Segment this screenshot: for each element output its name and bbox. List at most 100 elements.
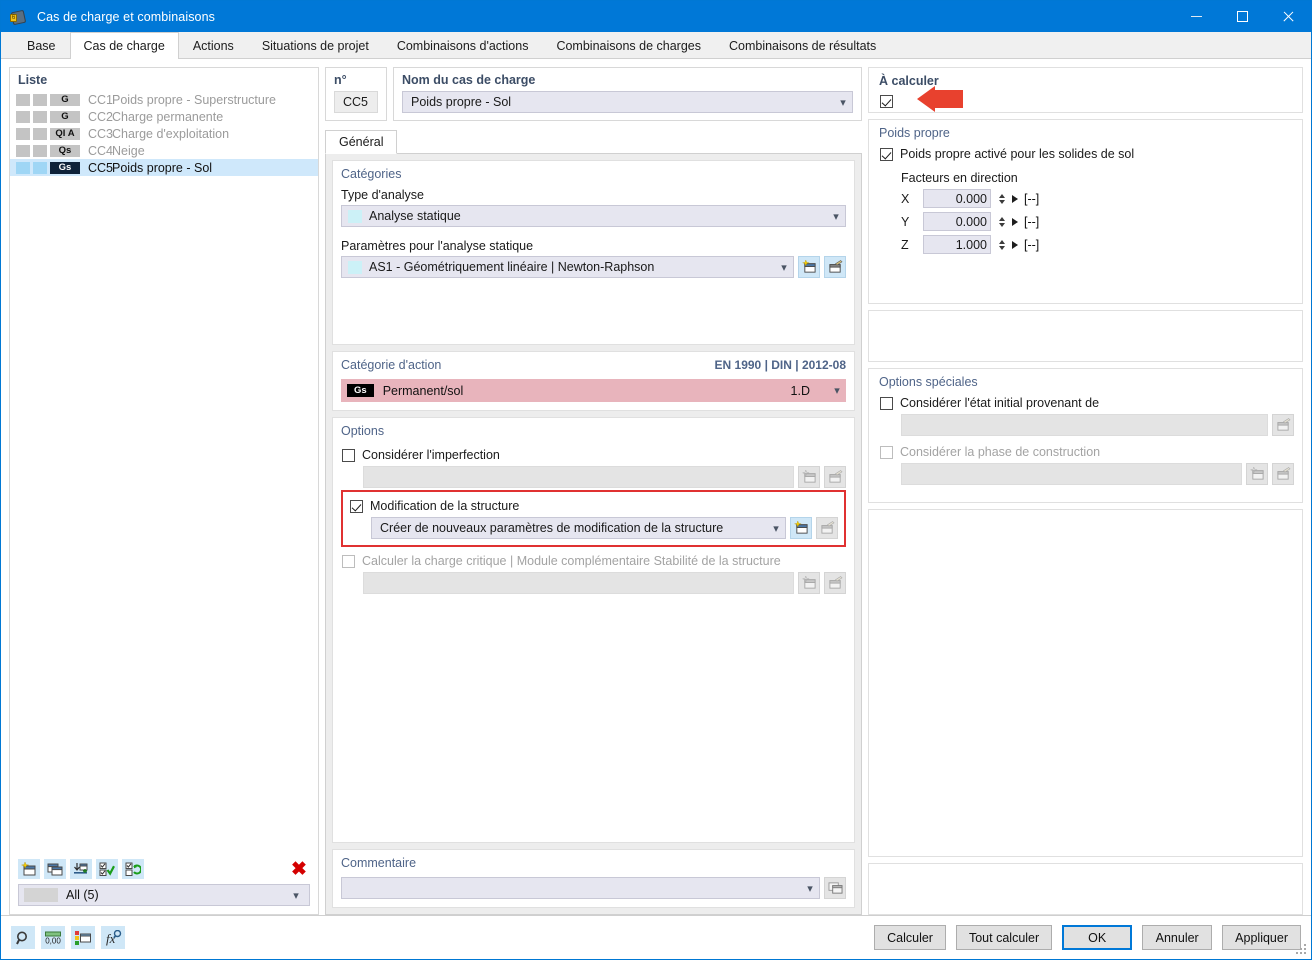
- stepper-down-icon[interactable]: [998, 199, 1005, 204]
- new-item-icon: [1246, 463, 1268, 485]
- list-filter-combo[interactable]: All (5) ▾: [18, 884, 310, 906]
- static-params-row: AS1 - Géométriquement linéaire | Newton-…: [341, 256, 846, 278]
- initial-state-checkbox[interactable]: [880, 396, 893, 410]
- self-weight-enabled-checkbox[interactable]: [880, 147, 893, 161]
- expand-arrow-icon[interactable]: [1012, 217, 1018, 226]
- chevron-down-icon[interactable]: ▾: [827, 210, 845, 223]
- minimize-icon[interactable]: [1173, 1, 1219, 32]
- delete-icon[interactable]: ✖: [288, 860, 310, 879]
- expand-arrow-icon[interactable]: [1012, 240, 1018, 249]
- tab-combinaisons-resultats[interactable]: Combinaisons de résultats: [714, 32, 891, 58]
- structure-modification-checkbox[interactable]: [350, 499, 363, 513]
- chevron-down-icon[interactable]: ▾: [287, 889, 305, 902]
- load-case-list[interactable]: G CC1 Poids propre - Superstructure G CC…: [10, 91, 318, 854]
- annuler-button[interactable]: Annuler: [1142, 925, 1213, 950]
- factor-z-stepper[interactable]: [997, 239, 1006, 250]
- resize-grip[interactable]: [1296, 944, 1308, 956]
- tab-base[interactable]: Base: [13, 32, 70, 58]
- to-calculate-checkbox[interactable]: [880, 95, 893, 108]
- copy-comment-icon[interactable]: [824, 877, 846, 899]
- factor-x-stepper[interactable]: [997, 193, 1006, 204]
- units-icon[interactable]: [71, 926, 95, 949]
- row-number: CC3: [88, 126, 114, 141]
- action-category-combo[interactable]: Gs Permanent/sol 1.D ▾: [341, 379, 846, 402]
- comment-combo[interactable]: ▾: [341, 877, 820, 899]
- list-item[interactable]: Qs CC4 Neige: [10, 142, 318, 159]
- copy-load-case-icon[interactable]: [44, 859, 66, 879]
- stepper-down-icon[interactable]: [998, 245, 1005, 250]
- window-title: Cas de charge et combinaisons: [37, 9, 215, 24]
- tab-combinaisons-actions[interactable]: Combinaisons d'actions: [382, 32, 543, 58]
- stepper-up-icon[interactable]: [998, 239, 1005, 244]
- analysis-type-label: Type d'analyse: [341, 188, 424, 202]
- factor-z-input[interactable]: 1.000: [923, 235, 991, 254]
- list-item[interactable]: QI A CC3 Charge d'exploitation: [10, 125, 318, 142]
- chevron-down-icon[interactable]: ▾: [767, 522, 785, 535]
- new-load-case-icon[interactable]: [18, 859, 40, 879]
- factor-y-input[interactable]: 0.000: [923, 212, 991, 231]
- initial-state-checkbox-row[interactable]: Considérer l'état initial provenant de: [880, 396, 1294, 410]
- name-label: Nom du cas de charge: [402, 73, 536, 87]
- chevron-down-icon[interactable]: ▾: [834, 96, 852, 109]
- right-filler-card-bottom: [868, 863, 1303, 915]
- formula-icon[interactable]: fx: [101, 926, 125, 949]
- structure-modification-checkbox-row[interactable]: Modification de la structure: [350, 499, 838, 513]
- tab-combinaisons-charges[interactable]: Combinaisons de charges: [542, 32, 715, 58]
- chevron-down-icon[interactable]: ▾: [801, 882, 819, 895]
- tab-situations-de-projet[interactable]: Situations de projet: [247, 32, 383, 58]
- special-options-card: Options spéciales Considérer l'état init…: [868, 368, 1303, 503]
- import-load-case-icon[interactable]: [70, 859, 92, 879]
- search-icon[interactable]: [11, 926, 35, 949]
- invert-selection-icon[interactable]: [122, 859, 144, 879]
- edit-item-icon[interactable]: [824, 256, 846, 278]
- initial-state-field-row: [901, 414, 1294, 436]
- construction-phase-checkbox-row: Considérer la phase de construction: [880, 445, 1294, 459]
- tout-calculer-button[interactable]: Tout calculer: [955, 925, 1053, 950]
- comment-row: ▾: [341, 877, 846, 899]
- direction-factor-row-x: X 0.000 [--]: [901, 189, 1294, 208]
- select-all-icon[interactable]: [96, 859, 118, 879]
- load-case-detail-panel: n° CC5 Nom du cas de charge Poids propre…: [325, 67, 862, 915]
- self-weight-enabled-row[interactable]: Poids propre activé pour les solides de …: [880, 147, 1294, 161]
- load-case-header: n° CC5 Nom du cas de charge Poids propre…: [325, 67, 862, 121]
- imperfection-checkbox[interactable]: [342, 448, 355, 462]
- load-case-number-field[interactable]: CC5: [334, 91, 378, 113]
- stepper-up-icon[interactable]: [998, 216, 1005, 221]
- list-item[interactable]: G CC1 Poids propre - Superstructure: [10, 91, 318, 108]
- action-category-card: Catégorie d'action EN 1990 | DIN | 2012-…: [332, 351, 855, 411]
- factor-x-input[interactable]: 0.000: [923, 189, 991, 208]
- direction-factor-row-y: Y 0.000 [--]: [901, 212, 1294, 231]
- analysis-type-combo[interactable]: Analyse statique ▾: [341, 205, 846, 227]
- close-icon[interactable]: [1265, 1, 1311, 32]
- appliquer-button[interactable]: Appliquer: [1222, 925, 1301, 950]
- imperfection-checkbox-row[interactable]: Considérer l'imperfection: [342, 448, 846, 462]
- subtab-general[interactable]: Général: [325, 130, 398, 154]
- new-item-icon[interactable]: [790, 517, 812, 539]
- filter-swatch-icon: [24, 888, 58, 902]
- calculer-button[interactable]: Calculer: [874, 925, 946, 950]
- stepper-up-icon[interactable]: [998, 193, 1005, 198]
- load-case-list-panel: Liste G CC1 Poids propre - Superstructur…: [9, 67, 319, 915]
- tab-cas-de-charge[interactable]: Cas de charge: [69, 32, 179, 59]
- list-item[interactable]: G CC2 Charge permanente: [10, 108, 318, 125]
- row-tag: G: [50, 93, 80, 106]
- list-filter-row: All (5) ▾: [10, 884, 318, 914]
- tab-actions[interactable]: Actions: [178, 32, 248, 58]
- list-item-selected[interactable]: Gs CC5 Poids propre - Sol: [10, 159, 318, 176]
- decimals-icon[interactable]: 0,00: [41, 926, 65, 949]
- new-item-icon[interactable]: [798, 256, 820, 278]
- dialog-buttons: Calculer Tout calculer OK Annuler Appliq…: [874, 925, 1301, 950]
- expand-arrow-icon[interactable]: [1012, 194, 1018, 203]
- row-flag-b-icon: [33, 127, 47, 140]
- chevron-down-icon[interactable]: ▾: [775, 261, 793, 274]
- stepper-down-icon[interactable]: [998, 222, 1005, 227]
- factor-y-stepper[interactable]: [997, 216, 1006, 227]
- load-case-name-combo[interactable]: Poids propre - Sol ▾: [402, 91, 853, 113]
- static-params-combo[interactable]: AS1 - Géométriquement linéaire | Newton-…: [341, 256, 794, 278]
- structure-modification-combo[interactable]: Créer de nouveaux paramètres de modifica…: [371, 517, 786, 539]
- chevron-down-icon[interactable]: ▾: [828, 384, 846, 397]
- maximize-icon[interactable]: [1219, 1, 1265, 32]
- ok-button[interactable]: OK: [1062, 925, 1133, 950]
- main-tab-bar: Base Cas de charge Actions Situations de…: [1, 32, 1311, 59]
- list-toolbar: ✖: [10, 854, 318, 884]
